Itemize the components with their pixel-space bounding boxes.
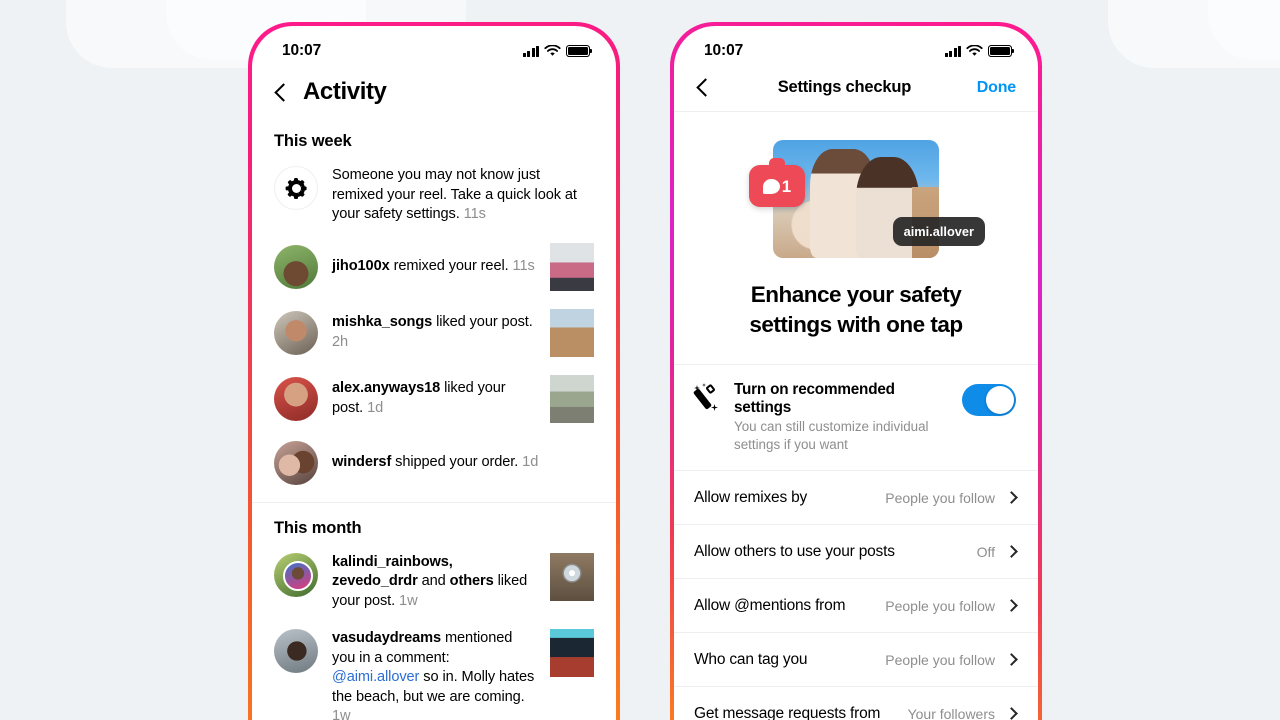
setting-row-message-requests[interactable]: Get message requests from Your followers (674, 686, 1038, 720)
battery-icon (988, 45, 1015, 57)
activity-row-text: windersf shipped your order. 1d (332, 453, 539, 470)
status-bar-clock: 10:07 (704, 42, 744, 59)
comment-notification-badge: 1 (749, 158, 805, 207)
mention-link[interactable]: @aimi.allover (332, 669, 419, 685)
activity-header: Activity (252, 66, 616, 116)
signal-bars-icon (944, 45, 961, 57)
toggle-knob (986, 386, 1014, 414)
done-button[interactable]: Done (977, 79, 1016, 97)
post-thumbnail[interactable] (550, 552, 594, 601)
page-title: Settings checkup (777, 78, 912, 96)
setting-value: People you follow (885, 489, 995, 506)
chevron-right-icon (1005, 653, 1018, 666)
activity-row-text: mishka_songs liked your post. 2h (332, 314, 533, 350)
setting-label: Allow others to use your posts (694, 543, 895, 560)
recommended-settings-toggle[interactable] (962, 384, 1016, 416)
phone-mockup-activity: 10:07 Activity This week Someone you may… (248, 22, 620, 720)
recommended-settings-row[interactable]: Turn on recommended settings You can sti… (674, 365, 1038, 470)
avatar[interactable] (274, 244, 318, 289)
setting-label: Who can tag you (694, 651, 808, 668)
setting-row-mentions[interactable]: Allow @mentions from People you follow (674, 578, 1038, 632)
avatar[interactable] (274, 629, 318, 673)
battery-icon (566, 45, 593, 57)
setting-value: People you follow (885, 597, 995, 614)
post-thumbnail[interactable] (550, 629, 594, 677)
hero-section: 1 aimi.allover Enhance your safety setti… (674, 112, 1038, 364)
activity-row-text: alex.anyways18 liked your post. 1d (332, 380, 506, 416)
setting-row-use-your-posts[interactable]: Allow others to use your posts Off (674, 524, 1038, 578)
setting-value: Your followers (907, 705, 995, 720)
phone-mockup-settings-checkup: 10:07 Settings checkup Done 1 aimi.allov… (670, 22, 1042, 720)
decorative-phone-outline (1108, 0, 1280, 68)
activity-screen: 10:07 Activity This week Someone you may… (252, 26, 616, 720)
avatar[interactable] (274, 440, 318, 485)
status-bar-clock: 10:07 (282, 42, 322, 59)
hero-media: 1 aimi.allover (749, 140, 985, 258)
settings-gear-icon (274, 166, 318, 210)
setting-row-allow-remixes[interactable]: Allow remixes by People you follow (674, 470, 1038, 524)
section-title-this-week: This week (274, 132, 352, 150)
activity-row[interactable]: kalindi_rainbows, zevedo_drdr and others… (252, 544, 616, 621)
activity-row[interactable]: alex.anyways18 liked your post. 1d (252, 366, 616, 432)
screenshot-stage: 10:07 Activity This week Someone you may… (0, 0, 1280, 720)
settings-header: Settings checkup Done (674, 66, 1038, 111)
wifi-icon (544, 45, 561, 56)
magic-wand-icon (692, 383, 720, 413)
setting-value: People you follow (885, 651, 995, 668)
post-thumbnail[interactable] (550, 308, 594, 357)
activity-row-text: kalindi_rainbows, zevedo_drdr and others… (332, 553, 528, 609)
activity-row[interactable]: vasudaydreams mentioned you in a comment… (252, 620, 616, 720)
post-thumbnail[interactable] (550, 242, 594, 291)
chevron-right-icon (1005, 545, 1018, 558)
wifi-icon (966, 45, 983, 56)
avatar-group[interactable] (274, 552, 318, 597)
section-title-this-month: This month (274, 518, 362, 537)
comment-badge-count: 1 (781, 176, 792, 196)
photo-tag-pill: aimi.allover (892, 217, 985, 246)
chevron-right-icon (1005, 599, 1018, 612)
setting-label: Allow remixes by (694, 489, 808, 506)
activity-row[interactable]: windersf shipped your order. 1d (252, 432, 616, 494)
activity-row-system[interactable]: Someone you may not know just remixed yo… (252, 157, 616, 234)
activity-row[interactable]: jiho100x remixed your reel. 11s (252, 234, 616, 300)
chevron-right-icon (1005, 491, 1018, 504)
back-chevron-icon[interactable] (274, 82, 293, 102)
settings-checkup-screen: 10:07 Settings checkup Done 1 aimi.allov… (674, 26, 1038, 720)
activity-row-text: jiho100x remixed your reel. 11s (332, 257, 535, 274)
hero-title: Enhance your safety settings with one ta… (749, 282, 963, 337)
activity-row[interactable]: mishka_songs liked your post. 2h (252, 300, 616, 366)
recommended-settings-text: Turn on recommended settings You can sti… (734, 381, 948, 454)
setting-row-who-can-tag-you[interactable]: Who can tag you People you follow (674, 632, 1038, 686)
setting-label: Allow @mentions from (694, 597, 846, 614)
avatar[interactable] (274, 376, 318, 421)
signal-bars-icon (522, 45, 539, 57)
status-bar-icons (522, 45, 593, 57)
setting-label: Get message requests from (694, 705, 881, 720)
avatar[interactable] (274, 310, 318, 355)
chevron-right-icon (1005, 707, 1018, 720)
status-bar-icons (944, 45, 1015, 57)
post-thumbnail[interactable] (550, 374, 594, 423)
activity-row-text: vasudaydreams mentioned you in a comment… (332, 630, 535, 720)
page-title: Activity (303, 78, 387, 105)
status-bar: 10:07 (252, 26, 616, 66)
recommended-settings-title: Turn on recommended settings (734, 381, 895, 416)
decorative-phone-outline (1208, 0, 1280, 60)
setting-value: Off (976, 543, 995, 560)
status-bar: 10:07 (674, 26, 1038, 66)
recommended-settings-subtitle: You can still customize individual setti… (734, 419, 929, 452)
comment-bubble-icon (762, 178, 780, 194)
activity-row-text: Someone you may not know just remixed yo… (332, 167, 577, 222)
